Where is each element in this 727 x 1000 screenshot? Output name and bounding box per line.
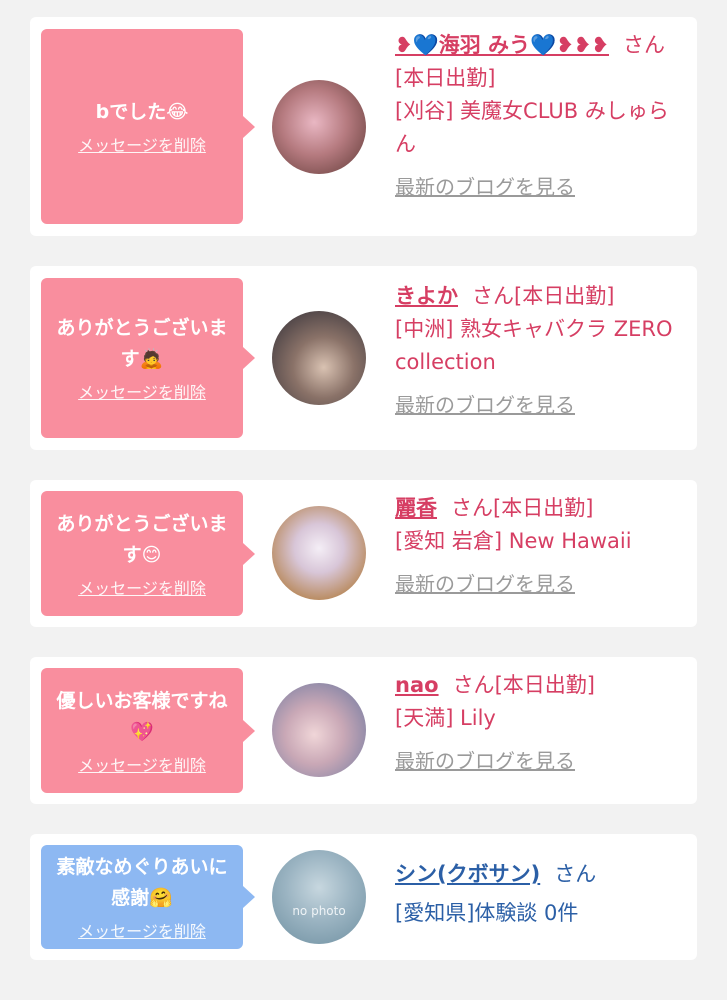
no-photo-label: no photo [292,904,346,918]
no-photo-placeholder-icon[interactable]: no photo [272,850,366,944]
shop-label[interactable]: [天満] Lily [395,706,496,730]
shop-label[interactable]: [愛知 岩倉] New Hawaii [395,529,632,553]
delete-message-link[interactable]: メッセージを削除 [78,379,206,403]
message-card: ありがとうございます😊 メッセージを削除 麗香 さん[本日出勤] [愛知 岩倉] … [30,480,697,627]
profile-info: シン(クボサン) さん [愛知県]体験談 0件 [395,858,687,930]
profile-info: nao さん[本日出勤] [天満] Lily 最新のブログを見る [395,669,687,778]
profile-name-link[interactable]: nao [395,673,439,697]
shop-label[interactable]: [中洲] 熟女キャバクラ ZERO collection [395,317,673,374]
honorific: さん [554,862,597,886]
message-text: bでした😂 [95,101,189,123]
profile-name-link[interactable]: ❥💙海羽 みう💙❥❥❥ [395,33,609,57]
delete-message-link[interactable]: メッセージを削除 [78,575,206,599]
latest-blog-link[interactable]: 最新のブログを見る [395,389,687,422]
profile-name-link[interactable]: きよか [395,284,458,308]
message-card: ありがとうございます🙇 メッセージを削除 きよか さん[本日出勤] [中洲] 熟女… [30,266,697,450]
honorific: さん [452,673,495,697]
avatar[interactable] [272,311,366,405]
shop-label[interactable]: [刈谷] 美魔女CLUB みしゅらん [395,99,669,156]
message-bubble: ありがとうございます😊 メッセージを削除 [41,491,255,616]
message-bubble: 優しいお客様ですね💖 メッセージを削除 [41,668,255,793]
status-label: [本日出勤] [494,673,595,697]
latest-blog-link[interactable]: 最新のブログを見る [395,745,687,778]
message-bubble: 素敵なめぐりあいに感謝🤗 メッセージを削除 [41,845,255,949]
message-card: 優しいお客様ですね💖 メッセージを削除 nao さん[本日出勤] [天満] Lil… [30,657,697,804]
honorific: さん [472,284,514,308]
delete-message-link[interactable]: メッセージを削除 [78,752,206,776]
avatar[interactable] [272,683,366,777]
delete-message-link[interactable]: メッセージを削除 [78,132,206,156]
message-list: bでした😂 メッセージを削除 ❥💙海羽 みう💙❥❥❥ さん[本日出勤] [刈谷] … [0,0,727,960]
honorific: さん [623,33,665,57]
avatar[interactable] [272,506,366,600]
profile-info: きよか さん[本日出勤] [中洲] 熟女キャバクラ ZERO collection… [395,280,687,422]
profile-info: ❥💙海羽 みう💙❥❥❥ さん [本日出勤] [刈谷] 美魔女CLUB みしゅらん 最… [395,29,687,204]
profile-info: 麗香 さん[本日出勤] [愛知 岩倉] New Hawaii 最新のブログを見る [395,492,687,601]
latest-blog-link[interactable]: 最新のブログを見る [395,568,687,601]
delete-message-link[interactable]: メッセージを削除 [78,918,206,942]
status-label: [本日出勤] [514,284,615,308]
profile-name-link[interactable]: シン(クボサン) [395,862,540,886]
profile-name-link[interactable]: 麗香 [395,496,437,520]
message-bubble: ありがとうございます🙇 メッセージを削除 [41,278,255,438]
message-card: 素敵なめぐりあいに感謝🤗 メッセージを削除 no photo シン(クボサン) さ… [30,834,697,960]
message-text: 素敵なめぐりあいに感謝🤗 [56,856,228,909]
review-count-label[interactable]: [愛知県]体験談 0件 [395,897,578,930]
status-label: [本日出勤] [395,66,496,90]
status-label: [本日出勤] [493,496,594,520]
message-text: 優しいお客様ですね💖 [56,689,228,743]
avatar[interactable] [272,80,366,174]
message-bubble: bでした😂 メッセージを削除 [41,29,255,224]
message-text: ありがとうございます🙇 [56,317,228,370]
latest-blog-link[interactable]: 最新のブログを見る [395,171,687,204]
message-text: ありがとうございます😊 [56,512,228,566]
message-card: bでした😂 メッセージを削除 ❥💙海羽 みう💙❥❥❥ さん [本日出勤] [刈谷] … [30,17,697,236]
honorific: さん [451,496,493,520]
